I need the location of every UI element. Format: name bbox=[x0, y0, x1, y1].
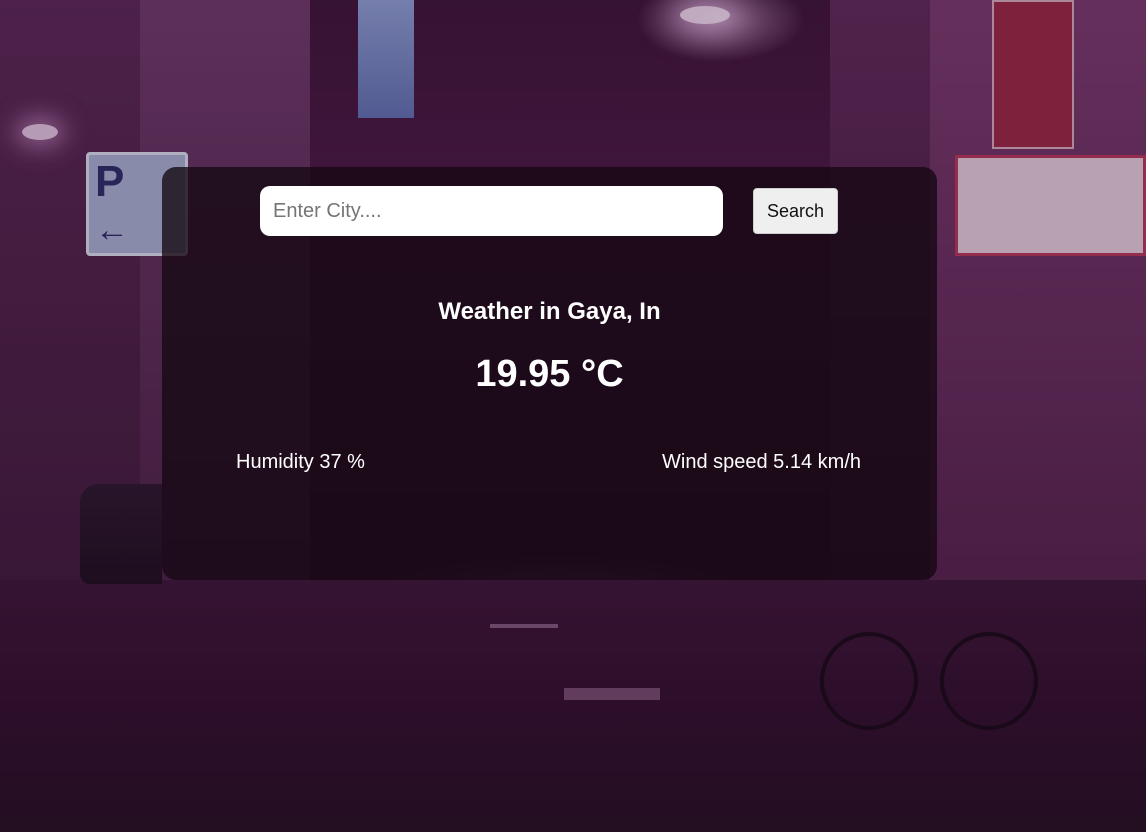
city-search-input[interactable] bbox=[260, 186, 723, 236]
wind-speed-readout: Wind speed 5.14 km/h bbox=[662, 451, 861, 473]
weather-location-title: Weather in Gaya, In bbox=[438, 298, 661, 325]
weather-card: Search Weather in Gaya, In 19.95 °C Humi… bbox=[162, 167, 937, 580]
temperature-readout: 19.95 °C bbox=[475, 353, 624, 395]
search-button[interactable]: Search bbox=[753, 188, 838, 234]
humidity-readout: Humidity 37 % bbox=[236, 451, 365, 473]
